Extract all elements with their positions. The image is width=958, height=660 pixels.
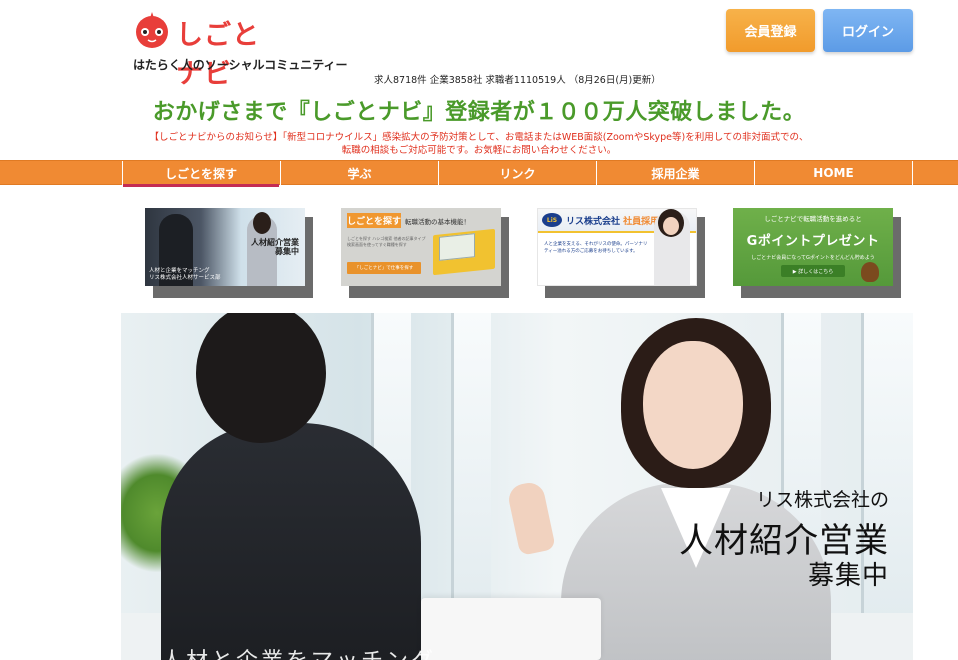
banner-image: 人材紹介営業 募集中 人材と企業をマッチング リス株式会社人材サービス部: [145, 208, 305, 286]
squirrel-mascot-icon: [136, 12, 168, 48]
banner-title: リス株式会社 社員採用: [566, 214, 659, 227]
squirrel-mascot-icon: [861, 262, 879, 282]
hero-company: リス株式会社の: [755, 489, 889, 511]
banner-job-search[interactable]: しごとを探す 転職活動の基本機能！ しごとを探す ハシゴ検索 他者の記事タイプ …: [341, 208, 509, 298]
nav-divider: [912, 161, 913, 185]
banner-image: しごとを探す 転職活動の基本機能！ しごとを探す ハシゴ検索 他者の記事タイプ …: [341, 208, 501, 286]
site-stats: 求人8718件 企業3858社 求職者1110519人 （8月26日(月)更新）: [374, 75, 661, 86]
nav-item-learn[interactable]: 学ぶ: [280, 161, 438, 185]
banner-title: 人材紹介営業 募集中: [251, 238, 299, 256]
site-logo[interactable]: しごとナビ: [132, 10, 282, 90]
banner-text: しごとを探す ハシゴ検索 他者の記事タイプ 検索画面を使ってすぐ職種を探す: [347, 236, 426, 247]
hero-laptop: [421, 598, 601, 660]
banner-subtitle: しごとナビ会員になってGポイントをどんどん貯めよう: [751, 255, 875, 261]
hero-bottom-text: 人材と企業をマッチング: [161, 643, 436, 660]
laptop-screen-illustration: [439, 233, 475, 261]
banner-person-head: [253, 212, 271, 234]
announcement-headline: おかげさまで『しごとナビ』登録者が１００万人突破しました。: [152, 100, 806, 125]
banner-g-point[interactable]: しごとナビで転職活動を進めると Gポイントプレゼント しごとナビ会員になってGポ…: [733, 208, 901, 298]
hero-person-left: [161, 423, 421, 660]
site-tagline: はたらく人のソーシャルコミュニティー: [133, 58, 348, 72]
lis-logo-icon: LiS: [542, 213, 562, 227]
banner-lis-hiring[interactable]: LiS リス株式会社 社員採用 人と企業を支える、それがリスの使命。パーソナリテ…: [537, 208, 705, 298]
nav-item-links[interactable]: リンク: [438, 161, 596, 185]
nav-item-job-search[interactable]: しごとを探す: [122, 161, 279, 187]
register-button[interactable]: 会員登録: [726, 9, 815, 52]
logo-text: しごとナビ: [176, 20, 260, 90]
main-nav: しごとを探す 学ぶ リンク 採用企業 HOME: [0, 160, 958, 187]
banner-title: Gポイントプレゼント: [746, 234, 880, 249]
announcement-notice: 【しごとナビからのお知らせ】「新型コロナウイルス」感染拡大の予防対策として、お電…: [0, 131, 958, 157]
hero-subheadline: 募集中: [807, 561, 889, 591]
banner-person-face: [663, 217, 679, 235]
nav-item-hiring-companies[interactable]: 採用企業: [596, 161, 754, 185]
nav-item-home[interactable]: HOME: [754, 161, 912, 185]
hero-person-right-face: [643, 341, 743, 469]
banner-image: LiS リス株式会社 社員採用 人と企業を支える、それがリスの使命。パーソナリテ…: [537, 208, 697, 286]
banner-title-company: リス株式会社: [566, 217, 621, 227]
banner-cta: ▶ 詳しくはこちら: [781, 265, 845, 277]
hero-hand: [506, 480, 556, 556]
hero-banner[interactable]: リス株式会社の 人材紹介営業 募集中 人材と企業をマッチング: [121, 313, 913, 660]
banner-cta: 「しごとナビ」で仕事を探す: [347, 262, 421, 274]
page: しごとナビ はたらく人のソーシャルコミュニティー 求人8718件 企業3858社…: [0, 0, 958, 660]
banner-caption: 人材と企業をマッチング リス株式会社人材サービス部: [149, 268, 221, 281]
banner-text: 人と企業を支える、それがリスの使命。パーソナリティー溢れる方のご応募をお待ちして…: [544, 242, 648, 254]
notice-line-2: 転職の相談もご対応可能です。お気軽にお問い合わせください。: [341, 145, 617, 156]
banner-subtitle: 転職活動の基本機能！: [405, 218, 470, 226]
banner-recruitment-sales[interactable]: 人材紹介営業 募集中 人材と企業をマッチング リス株式会社人材サービス部: [145, 208, 313, 298]
banner-image: しごとナビで転職活動を進めると Gポイントプレゼント しごとナビ会員になってGポ…: [733, 208, 893, 286]
notice-line-1: 【しごとナビからのお知らせ】「新型コロナウイルス」感染拡大の予防対策として、お電…: [149, 132, 809, 143]
banner-tab: しごとを探す: [347, 213, 401, 228]
banner-top-text: しごとナビで転職活動を進めると: [764, 215, 862, 223]
login-button[interactable]: ログイン: [823, 9, 913, 52]
